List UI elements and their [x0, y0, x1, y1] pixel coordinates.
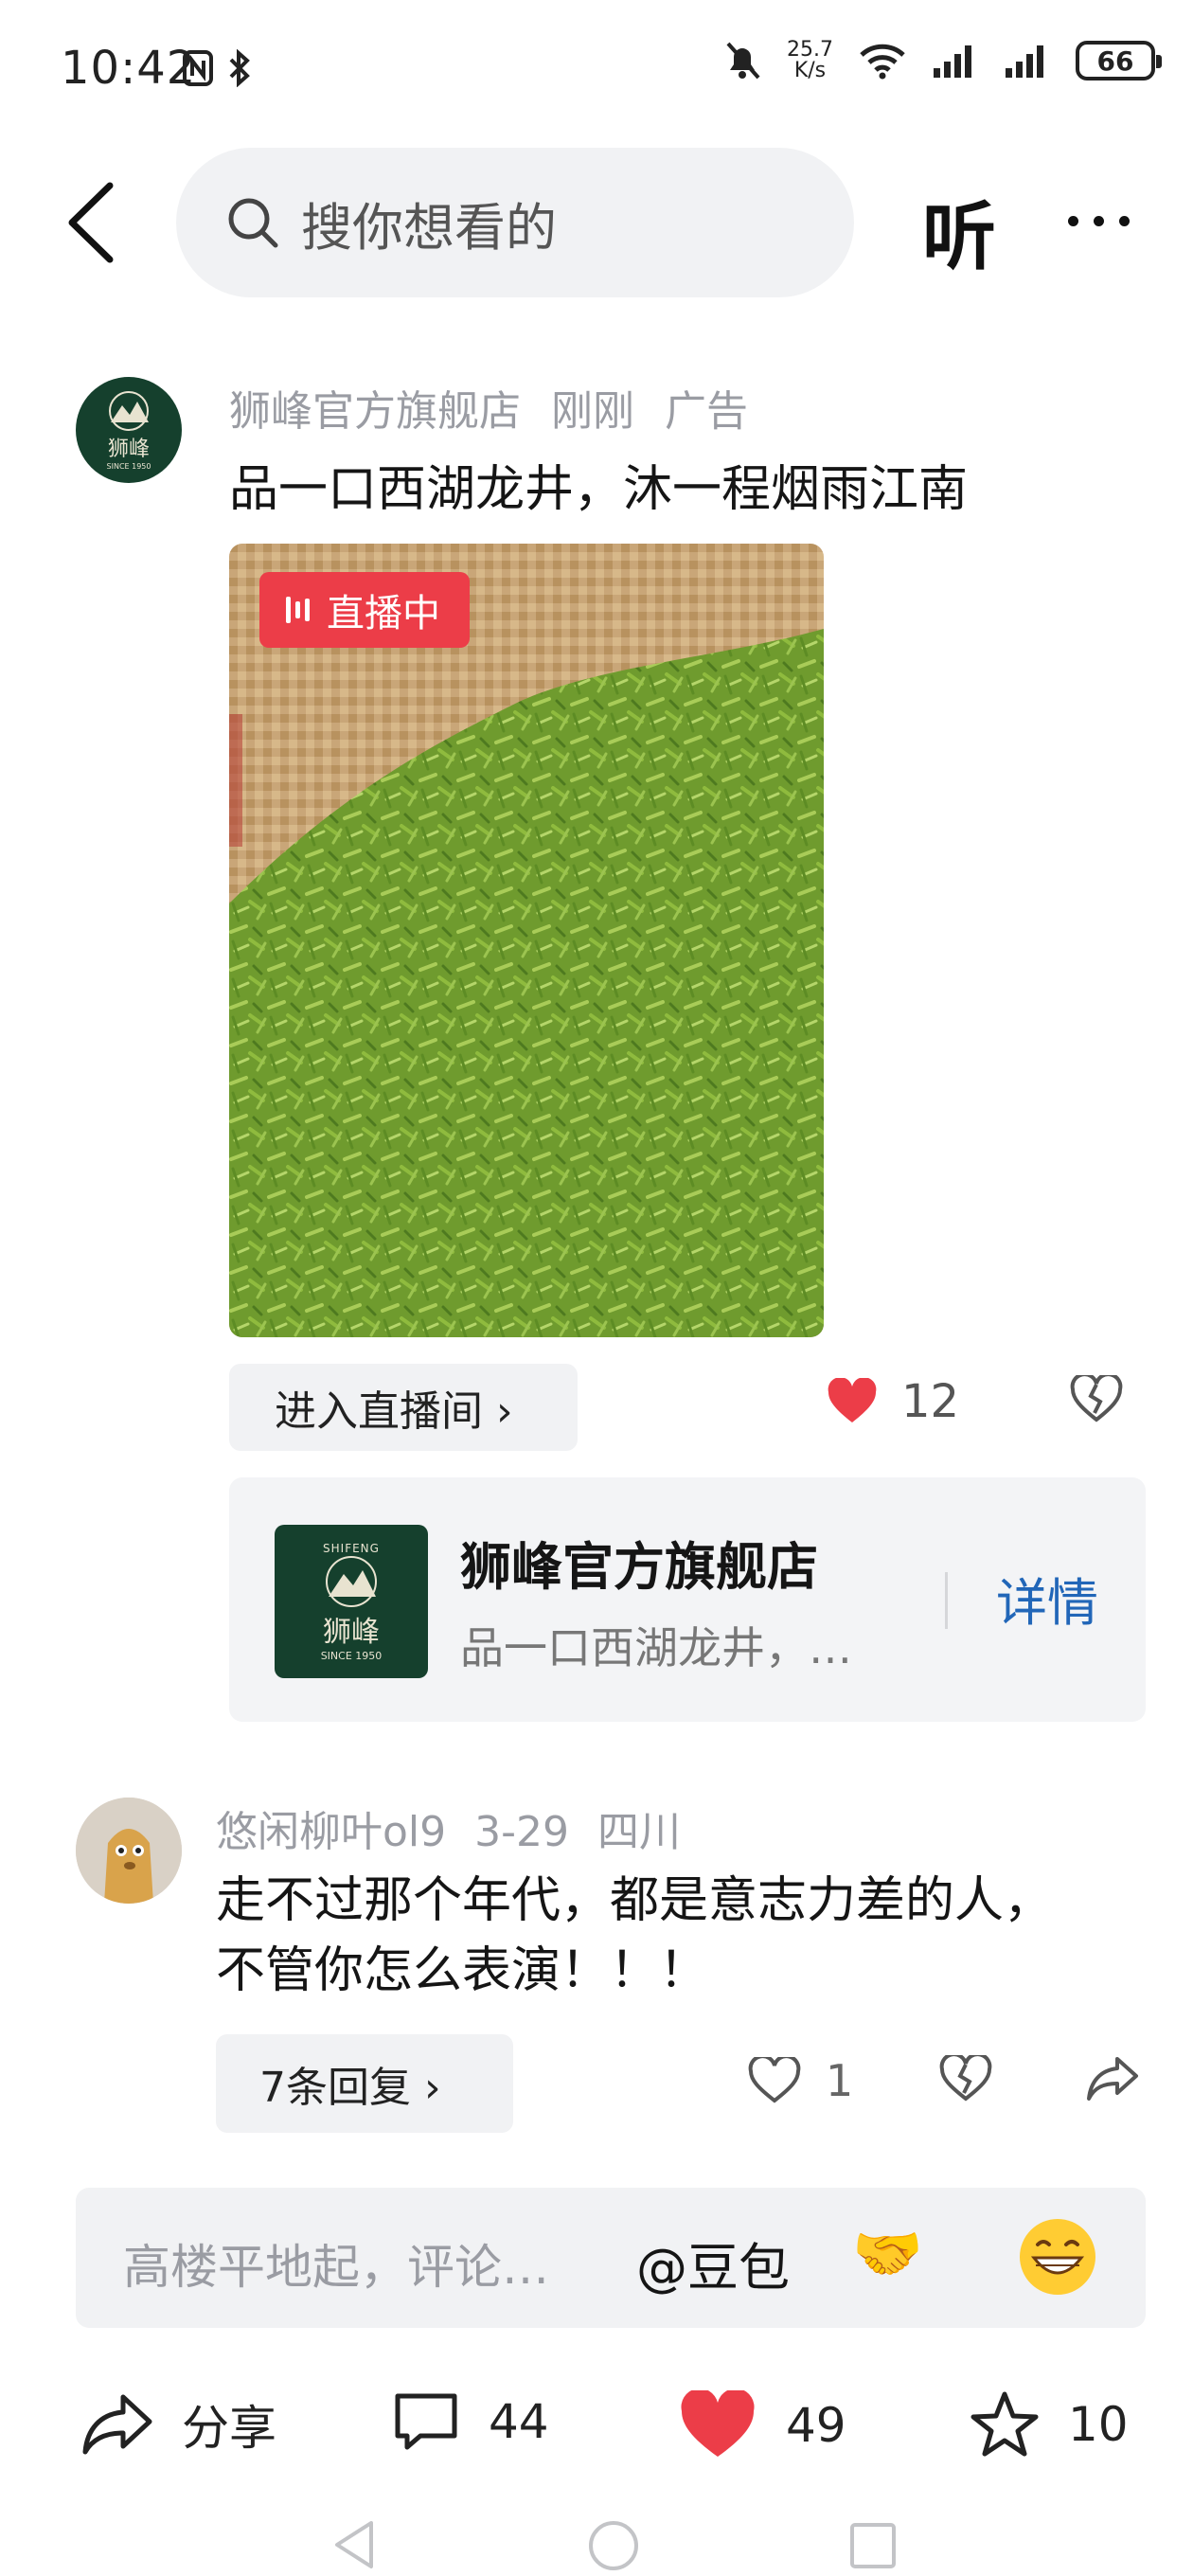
broken-heart-icon — [939, 2052, 992, 2102]
net-speed-value: 25.7 — [787, 38, 833, 62]
shop-divider — [945, 1572, 948, 1629]
broken-heart-icon — [1070, 1372, 1123, 1422]
top-nav: 搜你想看的 听 — [0, 142, 1193, 303]
signal-icon-1 — [934, 45, 971, 78]
net-speed: 25.7 K/s — [787, 40, 833, 81]
post-time: 刚刚 — [551, 387, 634, 436]
heart-filled-icon — [828, 1378, 877, 1422]
avatar-since-text: SINCE 1950 — [106, 461, 151, 471]
share-label: 分享 — [182, 2401, 276, 2456]
advertiser-avatar[interactable]: 狮峰 SINCE 1950 — [76, 377, 182, 483]
tea-leaves-image — [229, 544, 824, 1337]
share-button[interactable]: 分享 — [81, 2390, 276, 2459]
more-options-icon[interactable] — [1068, 216, 1130, 226]
comment-like-button[interactable]: 1 — [748, 2055, 853, 2106]
like-button[interactable]: 49 — [678, 2390, 846, 2460]
system-navigation-bar — [0, 2519, 1193, 2576]
ad-tag: 广告 — [665, 387, 748, 436]
wifi-icon — [860, 44, 905, 80]
signal-icon-2 — [1006, 45, 1043, 78]
live-stream-image[interactable]: 直播中 — [229, 544, 824, 1337]
favorite-button[interactable]: 10 — [970, 2390, 1129, 2459]
back-button[interactable] — [59, 180, 125, 265]
comment-date: 3-29 — [474, 1808, 569, 1856]
advertiser-name[interactable]: 狮峰官方旗舰店 — [229, 387, 521, 436]
cartoon-avatar-icon — [76, 1798, 182, 1904]
share-arrow-icon — [82, 2394, 152, 2455]
comment-like-count: 1 — [826, 2055, 854, 2106]
net-speed-unit: K/s — [793, 59, 827, 82]
comment-share-button[interactable] — [1085, 2055, 1140, 2106]
shop-logo-since: SINCE 1950 — [320, 1649, 383, 1662]
mountain-logo-icon — [109, 390, 149, 431]
comment-text-line-2: 不管你怎么表演！！！ — [216, 1942, 709, 1999]
search-icon — [228, 198, 278, 248]
status-left-icons — [182, 49, 254, 87]
status-time: 10:42 — [61, 42, 197, 95]
like-count: 49 — [786, 2398, 846, 2453]
commenter-name[interactable]: 悠闲柳叶ol9 — [216, 1808, 446, 1856]
mention-doubao-button[interactable]: @豆包 — [636, 2226, 790, 2300]
comment-text-line-1: 走不过那个年代，都是意志力差的人， — [216, 1872, 1054, 1929]
shop-detail-button[interactable]: 详情 — [996, 1561, 1098, 1636]
favorite-count: 10 — [1068, 2397, 1129, 2452]
system-home-icon[interactable] — [587, 2519, 640, 2572]
grin-emoji-icon — [1020, 2219, 1095, 2295]
comment-location: 四川 — [597, 1808, 681, 1856]
handshake-emoji-button[interactable]: 🤝 — [852, 2220, 923, 2287]
listen-button[interactable]: 听 — [922, 178, 996, 284]
commenter-avatar[interactable] — [76, 1798, 182, 1904]
ad-title[interactable]: 品一口西湖龙井，沐一程烟雨江南 — [229, 449, 968, 520]
grin-emoji-button[interactable] — [1017, 2216, 1098, 2298]
ad-like-count: 12 — [901, 1375, 960, 1428]
system-recents-icon[interactable] — [848, 2521, 898, 2570]
back-arrow-icon — [68, 182, 114, 263]
share-arrow-icon — [1087, 2057, 1138, 2101]
star-icon — [970, 2391, 1039, 2457]
live-badge-label: 直播中 — [327, 592, 440, 635]
shop-description: 品一口西湖龙井，… — [460, 1622, 852, 1673]
comment-dislike-button[interactable] — [939, 2052, 992, 2106]
shop-logo-top-text: SHIFENG — [323, 1541, 380, 1555]
enter-live-room-button[interactable]: 进入直播间 › — [229, 1364, 578, 1451]
comment-input[interactable]: 高楼平地起，评论… @豆包 🤝 — [76, 2188, 1146, 2328]
ad-like-button[interactable]: 12 — [826, 1375, 959, 1428]
mute-bell-icon — [726, 42, 760, 80]
bottom-action-bar: 分享 44 49 10 — [0, 2368, 1193, 2481]
avatar-brand-text: 狮峰 — [107, 437, 150, 461]
shop-card[interactable]: SHIFENG 狮峰 SINCE 1950 狮峰官方旗舰店 品一口西湖龙井，… … — [229, 1477, 1146, 1722]
search-placeholder: 搜你想看的 — [301, 197, 557, 258]
status-right-icons: 25.7 K/s 66 — [722, 40, 1162, 81]
live-bars-icon — [286, 597, 310, 623]
comment-count: 44 — [489, 2394, 549, 2449]
status-bar: 10:42 25.7 K/s 66 — [0, 0, 1193, 142]
ad-post-meta: 狮峰官方旗舰店 刚刚 广告 — [229, 377, 778, 438]
live-badge: 直播中 — [259, 572, 470, 648]
shop-logo: SHIFENG 狮峰 SINCE 1950 — [275, 1525, 428, 1678]
shop-name: 狮峰官方旗舰店 — [460, 1537, 818, 1597]
comment-text[interactable]: 走不过那个年代，都是意志力差的人， 不管你怎么表演！！！ — [216, 1866, 1125, 2006]
search-input[interactable]: 搜你想看的 — [176, 148, 854, 297]
view-replies-button[interactable]: 7条回复 › — [216, 2034, 513, 2133]
comment-input-placeholder: 高楼平地起，评论… — [123, 2240, 549, 2295]
nfc-icon — [183, 50, 213, 86]
bluetooth-icon — [229, 49, 250, 87]
system-back-icon[interactable] — [331, 2519, 379, 2570]
heart-filled-icon — [681, 2390, 755, 2457]
comment-meta: 悠闲柳叶ol9 3-29 四川 — [216, 1798, 709, 1858]
comments-button[interactable]: 44 — [392, 2390, 549, 2453]
heart-outline-icon — [748, 2057, 801, 2103]
comment-bubble-icon — [395, 2393, 457, 2450]
battery-indicator: 66 — [1076, 41, 1162, 80]
mountain-logo-icon — [326, 1555, 377, 1607]
ad-dislike-button[interactable] — [1070, 1372, 1123, 1426]
shop-logo-text: 狮峰 — [323, 1615, 380, 1649]
